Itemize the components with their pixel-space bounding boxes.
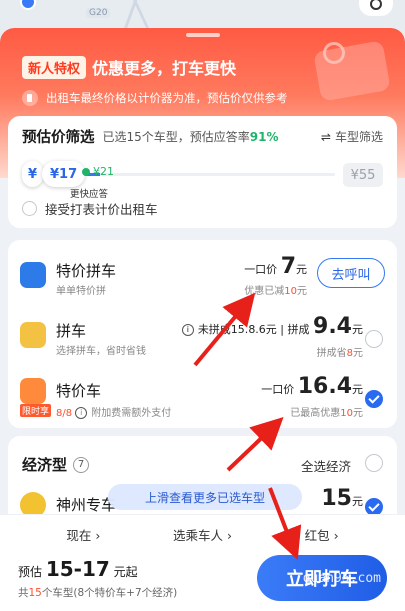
arrow-to-call xyxy=(268,487,302,560)
arrow-to-carpool xyxy=(193,292,256,367)
annotation-arrows xyxy=(193,292,302,560)
arrow-to-special xyxy=(226,416,284,472)
